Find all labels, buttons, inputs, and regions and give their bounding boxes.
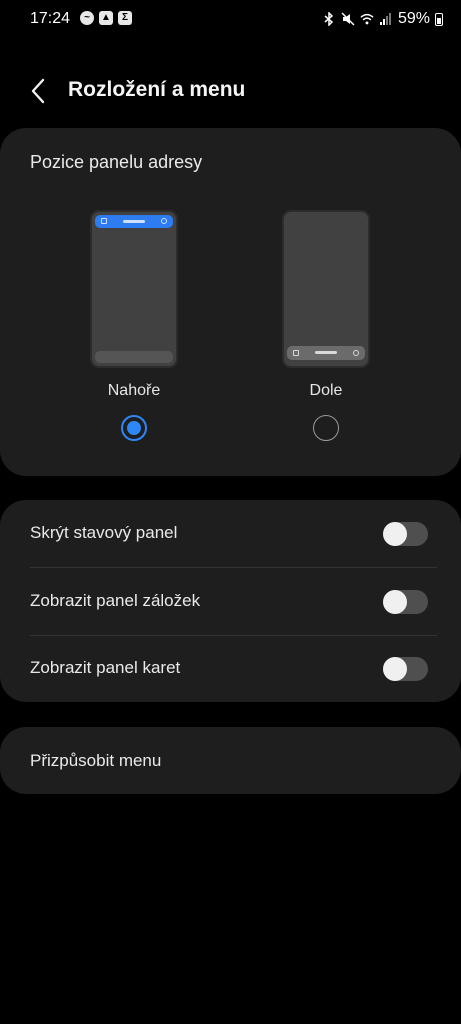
setting-label: Skrýt stavový panel xyxy=(30,523,178,542)
page-title: Rozložení a menu xyxy=(68,78,246,101)
customize-menu-label: Přizpůsobit menu xyxy=(30,751,162,770)
address-bar-bottom-preview[interactable] xyxy=(282,210,370,368)
hide-status-bar-toggle[interactable] xyxy=(383,522,428,546)
setting-label: Zobrazit panel karet xyxy=(30,658,181,677)
setting-row-tabs-bar[interactable]: Zobrazit panel karet xyxy=(0,635,461,702)
image-icon: ▲ xyxy=(99,11,113,25)
chevron-left-icon xyxy=(31,78,45,104)
refresh-icon xyxy=(161,218,167,224)
radio-top-selected[interactable] xyxy=(121,415,147,441)
refresh-icon xyxy=(353,350,359,356)
back-button[interactable] xyxy=(24,76,54,106)
signal-icon xyxy=(379,12,393,26)
sigma-icon: Σ xyxy=(118,11,132,25)
wifi-icon xyxy=(360,12,374,26)
radio-bottom[interactable] xyxy=(313,415,339,441)
app-header: Rozložení a menu xyxy=(0,70,461,114)
setting-label: Zobrazit panel záložek xyxy=(30,591,201,610)
toggle-knob xyxy=(383,657,407,681)
bluetooth-icon xyxy=(322,12,336,26)
setting-row-hide-status-bar[interactable]: Skrýt stavový panel xyxy=(0,500,461,567)
status-bar: 17:24 ~ ▲ Σ 59% xyxy=(0,0,461,38)
toggle-knob xyxy=(383,590,407,614)
url-placeholder xyxy=(123,220,145,223)
battery-icon xyxy=(435,12,443,26)
preview-address-bar xyxy=(287,346,365,360)
toggles-card: Skrýt stavový panel Zobrazit panel zálož… xyxy=(0,500,461,702)
home-icon xyxy=(293,350,299,356)
notification-icons: ~ ▲ Σ xyxy=(80,11,132,25)
messenger-icon: ~ xyxy=(80,11,94,25)
bookmarks-bar-toggle[interactable] xyxy=(383,590,428,614)
section-title: Pozice panelu adresy xyxy=(30,152,203,172)
preview-bottom-strip xyxy=(95,351,173,363)
address-bar-top-preview[interactable] xyxy=(90,210,178,368)
setting-row-bookmarks-bar[interactable]: Zobrazit panel záložek xyxy=(0,568,461,635)
option-label-bottom[interactable]: Dole xyxy=(266,382,386,400)
preview-address-bar xyxy=(95,215,173,228)
url-placeholder xyxy=(315,351,337,354)
status-time: 17:24 xyxy=(30,10,71,27)
system-icons: 59% xyxy=(322,10,443,28)
tabs-bar-toggle[interactable] xyxy=(383,657,428,681)
option-label-top[interactable]: Nahoře xyxy=(74,382,194,400)
toggle-knob xyxy=(383,522,407,546)
battery-percent: 59% xyxy=(397,10,430,27)
address-bar-position-card: Pozice panelu adresy Nahoře Dole xyxy=(0,128,461,476)
mute-icon xyxy=(341,12,355,26)
customize-menu-item[interactable]: Přizpůsobit menu xyxy=(0,727,461,794)
home-icon xyxy=(101,218,107,224)
